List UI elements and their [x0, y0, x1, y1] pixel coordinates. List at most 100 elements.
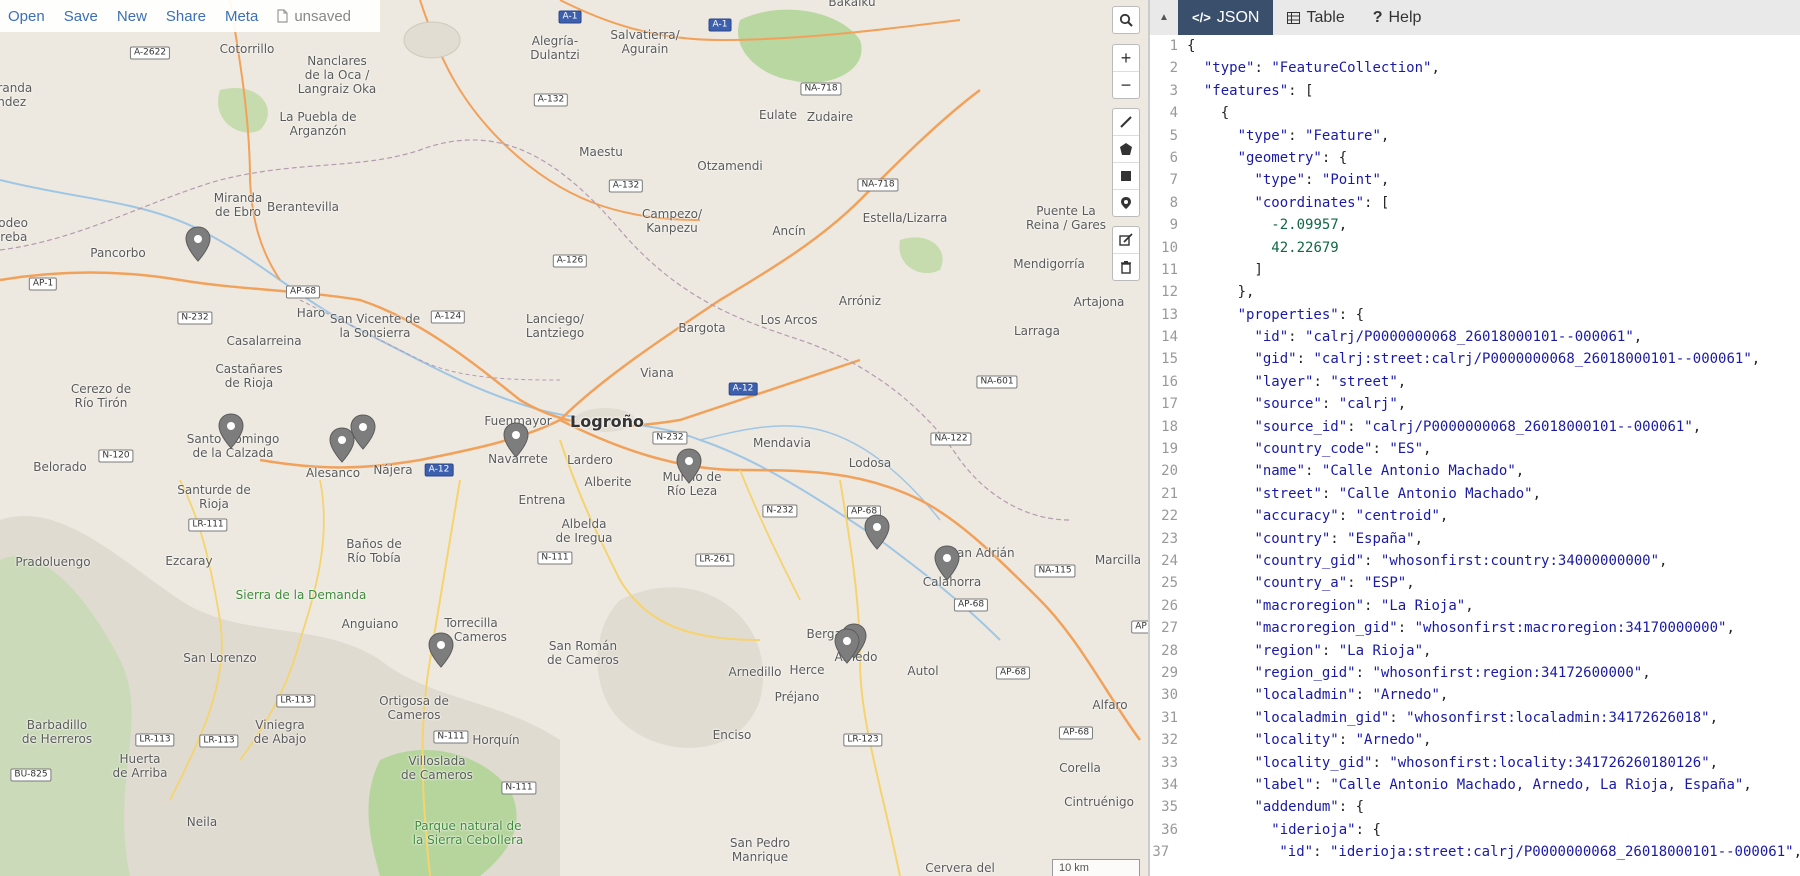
code-text: "country_gid": "whosonfirst:country:3400… — [1254, 552, 1668, 569]
share-button[interactable]: Share — [166, 8, 206, 25]
map-marker[interactable] — [428, 632, 454, 668]
code-line[interactable]: 8 "coordinates": [ — [1150, 191, 1800, 215]
code-line[interactable]: 6 "geometry": { — [1150, 146, 1800, 170]
code-line[interactable]: 35 "addendum": { — [1150, 796, 1800, 819]
line-number: 6 — [1150, 146, 1187, 170]
map-marker[interactable] — [934, 545, 960, 581]
line-number: 35 — [1150, 796, 1187, 819]
tab-json[interactable]: </> JSON — [1178, 0, 1274, 35]
place-label-banos: Baños de Río Tobía — [346, 537, 402, 565]
code-line[interactable]: 22 "accuracy": "centroid", — [1150, 505, 1800, 528]
code-line[interactable]: 24 "country_gid": "whosonfirst:country:3… — [1150, 549, 1800, 573]
code-line[interactable]: 19 "country_code": "ES", — [1150, 438, 1800, 461]
zoom-in-button[interactable]: + — [1113, 45, 1139, 72]
polygon-icon — [1120, 143, 1132, 155]
code-line[interactable]: 11 ] — [1150, 258, 1800, 282]
code-line[interactable]: 10 42.22679 — [1150, 236, 1800, 259]
code-line[interactable]: 31 "localadmin_gid": "whosonfirst:locala… — [1150, 706, 1800, 730]
place-label-cintruenigo: Cintruénigo — [1064, 795, 1134, 809]
code-line[interactable]: 15 "gid": "calrj:street:calrj/P000000006… — [1150, 348, 1800, 371]
new-button[interactable]: New — [117, 8, 147, 25]
code-text: "id": "calrj/P0000000068_26018000101--00… — [1254, 329, 1643, 346]
road-shield-ap68e: AP-68 — [1058, 726, 1094, 740]
place-label-losarcos: Los Arcos — [760, 313, 818, 327]
code-text: "country_code": "ES", — [1254, 441, 1432, 458]
map-marker[interactable] — [218, 413, 244, 449]
line-number: 20 — [1150, 460, 1187, 483]
place-label-horquin: Horquín — [472, 733, 520, 747]
place-label-otzamendi: Otzamendi — [697, 159, 763, 173]
code-line[interactable]: 9 -2.09957, — [1150, 214, 1800, 237]
place-label-alberite: Alberite — [584, 475, 632, 489]
code-text: "locality_gid": "whosonfirst:locality:34… — [1254, 754, 1719, 771]
map-marker[interactable] — [834, 628, 860, 664]
file-menu-bar: Open Save New Share Meta unsaved — [0, 0, 380, 32]
place-label-nanclares: Nanclares de la Oca / Langraiz Oka — [297, 54, 377, 96]
code-line[interactable]: 27 "macroregion_gid": "whosonfirst:macro… — [1150, 617, 1800, 640]
map-marker[interactable] — [329, 427, 355, 463]
road-shield-ap68a: AP-68 — [285, 285, 321, 299]
road-shield-na601: NA-601 — [976, 375, 1018, 389]
code-line[interactable]: 1{ — [1150, 35, 1800, 58]
code-line[interactable]: 28 "region": "La Rioja", — [1150, 639, 1800, 662]
code-line[interactable]: 14 "id": "calrj/P0000000068_26018000101-… — [1150, 326, 1800, 349]
road-shield-lr113a: LR-113 — [276, 694, 316, 708]
code-line[interactable]: 13 "properties": { — [1150, 303, 1800, 327]
code-line[interactable]: 32 "locality": "Arnedo", — [1150, 729, 1800, 752]
code-line[interactable]: 37 "id": "iderioja:street:calrj/P0000000… — [1150, 841, 1800, 864]
edit-toolbar — [1112, 226, 1140, 281]
code-line[interactable]: 21 "street": "Calle Antonio Machado", — [1150, 482, 1800, 506]
line-number: 15 — [1150, 348, 1187, 371]
road-shield-ap68d: AP-68 — [995, 666, 1031, 680]
code-line[interactable]: 7 "type": "Point", — [1150, 169, 1800, 192]
delete-layers-button[interactable] — [1113, 254, 1139, 280]
code-line[interactable]: 2 "type": "FeatureCollection", — [1150, 57, 1800, 80]
line-icon — [1120, 116, 1132, 128]
map-marker[interactable] — [185, 226, 211, 262]
code-line[interactable]: 33 "locality_gid": "whosonfirst:locality… — [1150, 751, 1800, 774]
file-status-label: unsaved — [294, 7, 352, 25]
code-line[interactable]: 36 "iderioja": { — [1150, 818, 1800, 842]
code-line[interactable]: 17 "source": "calrj", — [1150, 393, 1800, 416]
code-line[interactable]: 5 "type": "Feature", — [1150, 124, 1800, 147]
code-line[interactable]: 34 "label": "Calle Antonio Machado, Arne… — [1150, 773, 1800, 797]
code-line[interactable]: 25 "country_a": "ESP", — [1150, 572, 1800, 595]
place-label-mendigorria: Mendigorría — [1013, 257, 1085, 271]
map-marker[interactable] — [676, 448, 702, 484]
road-shield-a12b: A-12 — [424, 463, 454, 477]
meta-button[interactable]: Meta — [225, 8, 258, 25]
collapse-panel-button[interactable]: ▲ — [1150, 0, 1178, 35]
draw-marker-button[interactable] — [1113, 190, 1139, 216]
edit-layers-button[interactable] — [1113, 227, 1139, 254]
search-button[interactable] — [1113, 7, 1139, 33]
code-line[interactable]: 12 }, — [1150, 281, 1800, 304]
editor-panel: ▲ </> JSON Table ? Help 1{2 "type": "Fea… — [1148, 0, 1800, 876]
draw-rectangle-button[interactable] — [1113, 163, 1139, 190]
code-line[interactable]: 4 { — [1150, 102, 1800, 125]
map-marker[interactable] — [864, 514, 890, 550]
json-editor[interactable]: 1{2 "type": "FeatureCollection", 3 "featu… — [1150, 35, 1800, 876]
code-line[interactable]: 18 "source_id": "calrj/P0000000068_26018… — [1150, 415, 1800, 439]
code-line[interactable]: 26 "macroregion": "La Rioja", — [1150, 594, 1800, 618]
place-label-anguiano: Anguiano — [341, 617, 399, 631]
draw-line-button[interactable] — [1113, 109, 1139, 136]
save-button[interactable]: Save — [64, 8, 98, 25]
tab-table[interactable]: Table — [1273, 0, 1358, 35]
square-icon — [1121, 171, 1131, 181]
open-button[interactable]: Open — [8, 8, 45, 25]
map-marker[interactable] — [503, 422, 529, 458]
map-view[interactable]: Cotorrillo Nanclares de la Oca / Langraiz O… — [0, 0, 1148, 876]
code-line[interactable]: 3 "features": [ — [1150, 79, 1800, 103]
code-line[interactable]: 30 "localadmin": "Arnedo", — [1150, 684, 1800, 707]
line-number: 28 — [1150, 639, 1187, 662]
tab-help[interactable]: ? Help — [1359, 0, 1436, 35]
code-line[interactable]: 23 "country": "España", — [1150, 527, 1800, 550]
road-shield-na122: NA-122 — [930, 432, 972, 446]
code-text: "label": "Calle Antonio Machado, Arnedo,… — [1254, 776, 1752, 793]
road-shield-n232b: N-232 — [652, 431, 688, 445]
zoom-out-button[interactable]: − — [1113, 72, 1139, 98]
draw-polygon-button[interactable] — [1113, 136, 1139, 163]
code-line[interactable]: 16 "layer": "street", — [1150, 370, 1800, 394]
code-line[interactable]: 20 "name": "Calle Antonio Machado", — [1150, 460, 1800, 483]
code-line[interactable]: 29 "region_gid": "whosonfirst:region:341… — [1150, 661, 1800, 685]
